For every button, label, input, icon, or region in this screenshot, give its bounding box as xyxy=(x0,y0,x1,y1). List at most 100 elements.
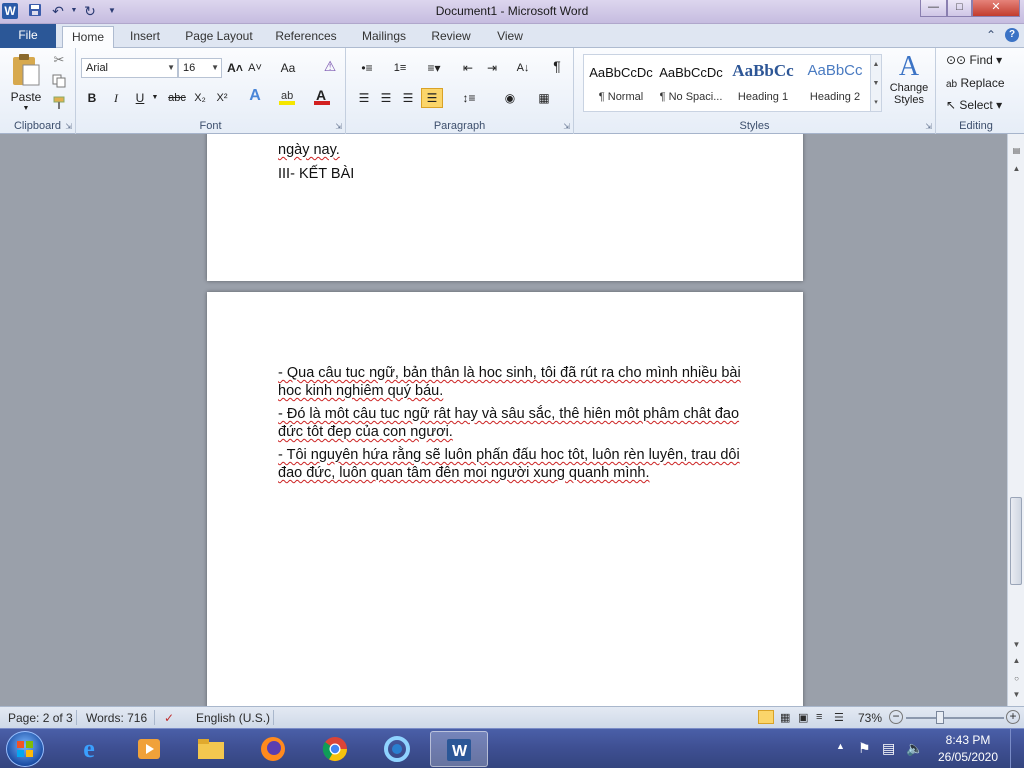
style-no-spacing[interactable]: AaBbCcDc ¶ No Spaci... xyxy=(656,55,726,107)
align-left-icon[interactable]: ☰ xyxy=(354,90,374,106)
grow-font-button[interactable]: A˄ xyxy=(226,60,244,76)
clear-formatting-icon[interactable]: ⚠ xyxy=(320,58,340,74)
paste-button[interactable]: Paste ▼ xyxy=(6,52,46,112)
app-icon[interactable] xyxy=(368,731,426,767)
highlight-color-icon[interactable]: ab xyxy=(276,88,300,110)
italic-button[interactable]: I xyxy=(108,90,124,106)
paragraph-launcher-icon[interactable]: ⇲ xyxy=(563,122,570,131)
tab-insert[interactable]: Insert xyxy=(122,26,168,48)
change-styles-button[interactable]: A Change Styles xyxy=(886,52,932,116)
scroll-up-icon[interactable]: ▲ xyxy=(1009,162,1024,176)
styles-scroll-controls[interactable]: ▲ ▼ ▾ xyxy=(870,54,882,112)
shrink-font-button[interactable]: A˅ xyxy=(246,60,264,76)
underline-button[interactable]: U xyxy=(132,90,148,106)
doc-paragraph[interactable]: - Tôi nguyên hứa rằng sẽ luôn phấn đấu h… xyxy=(278,446,748,482)
file-explorer-icon[interactable] xyxy=(182,731,240,767)
strikethrough-button[interactable]: abc xyxy=(166,90,188,106)
tab-references[interactable]: References xyxy=(270,26,342,48)
font-family-select[interactable]: Arial ▼ xyxy=(81,58,178,78)
align-right-icon[interactable]: ☰ xyxy=(398,90,418,106)
section-heading[interactable]: III- KẾT BÀI xyxy=(278,165,748,183)
word-count[interactable]: Words: 716 xyxy=(86,711,147,725)
doc-line[interactable]: ngày nay. xyxy=(278,141,748,159)
zoom-slider-thumb[interactable] xyxy=(936,711,945,724)
minimize-ribbon-icon[interactable]: ⌃ xyxy=(986,28,996,42)
zoom-out-icon[interactable]: − xyxy=(889,710,903,724)
vertical-scrollbar[interactable]: ▤ ▲ ▼ ▲ ○ ▼ xyxy=(1007,134,1024,706)
web-layout-icon[interactable]: ▣ xyxy=(798,711,808,724)
increase-indent-icon[interactable]: ⇥ xyxy=(482,60,502,76)
subscript-button[interactable]: X₂ xyxy=(190,90,210,106)
start-button[interactable] xyxy=(6,731,44,767)
select-button[interactable]: ↖ Select ▾ xyxy=(946,97,1012,113)
network-icon[interactable]: ▤ xyxy=(882,740,895,757)
tab-view[interactable]: View xyxy=(488,26,532,48)
doc-paragraph[interactable]: - Đó là môt câu tuc ngữ rât hay và sâu s… xyxy=(278,405,748,441)
copy-icon[interactable] xyxy=(50,74,68,92)
sort-icon[interactable]: A↓ xyxy=(512,60,534,76)
change-case-button[interactable]: Aa xyxy=(276,60,300,76)
styles-launcher-icon[interactable]: ⇲ xyxy=(925,122,932,131)
style-normal[interactable]: AaBbCcDc ¶ Normal xyxy=(586,55,656,107)
shading-icon[interactable]: ◉ xyxy=(498,90,522,106)
chrome-icon[interactable] xyxy=(306,731,364,767)
show-formatting-marks-button[interactable]: ¶ xyxy=(548,58,566,74)
tab-file[interactable]: File xyxy=(0,24,56,48)
replace-button[interactable]: ab Replace xyxy=(946,75,1012,93)
show-hidden-icons[interactable]: ▲ xyxy=(836,741,845,751)
tab-review[interactable]: Review xyxy=(426,26,476,48)
justify-icon[interactable]: ☰ xyxy=(421,88,443,108)
tab-home[interactable]: Home xyxy=(62,26,114,49)
previous-page-icon[interactable]: ▲ xyxy=(1009,654,1024,668)
numbering-icon[interactable]: 1≡ xyxy=(386,60,414,76)
scroll-thumb[interactable] xyxy=(1010,497,1022,585)
clock-time[interactable]: 8:43 PM xyxy=(938,733,998,747)
font-size-select[interactable]: 16 ▼ xyxy=(178,58,222,78)
close-button[interactable]: ✕ xyxy=(972,0,1020,17)
align-center-icon[interactable]: ☰ xyxy=(376,90,396,106)
print-layout-view-icon[interactable] xyxy=(758,710,774,724)
font-launcher-icon[interactable]: ⇲ xyxy=(335,122,342,131)
proofing-icon[interactable]: ✓ xyxy=(164,711,174,725)
font-color-icon[interactable]: A xyxy=(312,87,332,110)
firefox-icon[interactable] xyxy=(244,731,302,767)
help-icon[interactable]: ? xyxy=(1005,28,1019,42)
minimize-button[interactable]: — xyxy=(920,0,947,17)
word-icon[interactable]: W xyxy=(430,731,488,767)
doc-paragraph[interactable]: - Qua câu tuc ngữ, bản thân là hoc sinh,… xyxy=(278,364,748,400)
language-indicator[interactable]: English (U.S.) xyxy=(196,711,270,725)
format-painter-icon[interactable] xyxy=(50,96,68,114)
bold-button[interactable]: B xyxy=(84,90,100,106)
bullets-icon[interactable]: •≡ xyxy=(354,60,380,76)
underline-dropdown-icon[interactable]: ▼ xyxy=(150,90,160,106)
show-desktop-button[interactable] xyxy=(1010,729,1024,768)
tab-page-layout[interactable]: Page Layout xyxy=(180,26,258,48)
superscript-button[interactable]: X² xyxy=(212,90,232,106)
scroll-down-icon[interactable]: ▼ xyxy=(1009,638,1024,652)
page-count[interactable]: Page: 2 of 3 xyxy=(8,711,73,725)
paste-dropdown-icon[interactable]: ▼ xyxy=(6,105,46,112)
action-center-flag-icon[interactable]: ⚑ xyxy=(858,740,871,757)
borders-icon[interactable]: ▦ xyxy=(532,90,556,106)
next-page-icon[interactable]: ▼ xyxy=(1009,688,1024,702)
line-spacing-icon[interactable]: ↕≡ xyxy=(456,90,482,106)
draft-view-icon[interactable]: ☰ xyxy=(834,711,844,724)
multilevel-list-icon[interactable]: ≡▾ xyxy=(420,60,448,76)
outline-view-icon[interactable]: ≡ xyxy=(816,711,822,723)
volume-icon[interactable]: 🔈 xyxy=(906,740,923,757)
media-player-icon[interactable] xyxy=(120,731,178,767)
internet-explorer-icon[interactable]: e xyxy=(60,731,118,767)
clipboard-launcher-icon[interactable]: ⇲ xyxy=(65,122,72,131)
decrease-indent-icon[interactable]: ⇤ xyxy=(458,60,478,76)
zoom-slider[interactable] xyxy=(906,717,1004,719)
style-heading-2[interactable]: AaBbCc Heading 2 xyxy=(800,55,870,107)
ruler-toggle-icon[interactable]: ▤ xyxy=(1009,144,1024,158)
tab-mailings[interactable]: Mailings xyxy=(354,26,414,48)
maximize-button[interactable]: □ xyxy=(947,0,972,17)
style-heading-1[interactable]: AaBbCc Heading 1 xyxy=(728,55,798,107)
zoom-level[interactable]: 73% xyxy=(858,711,882,725)
cut-icon[interactable]: ✂ xyxy=(50,52,68,68)
full-screen-reading-icon[interactable]: ▦ xyxy=(780,711,790,724)
browse-object-icon[interactable]: ○ xyxy=(1009,672,1024,686)
text-effects-icon[interactable]: A xyxy=(246,88,264,104)
